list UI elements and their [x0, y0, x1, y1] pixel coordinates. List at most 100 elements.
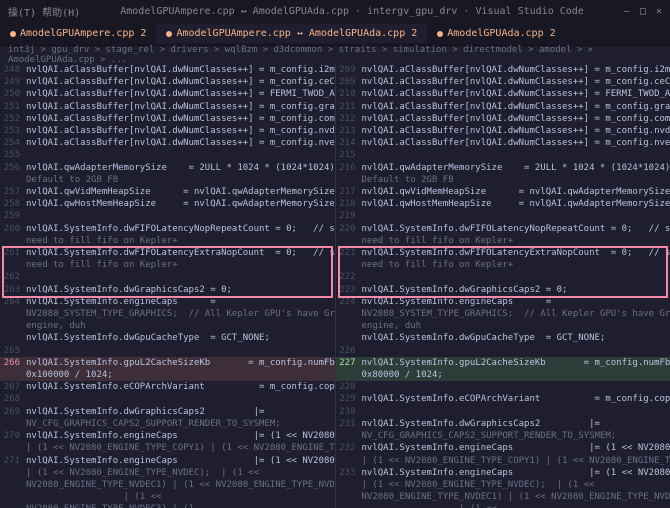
code-line[interactable]: 211nvlQAI.aClassBuffer[nvlQAI.dwNumClass… [336, 101, 670, 113]
code-content: nvlQAI.SystemInfo.dwFIFOLatencyExtraNopC… [26, 247, 335, 259]
code-line[interactable]: 267nvlQAI.SystemInfo.eCOPArchVariant = m… [0, 381, 335, 393]
code-line[interactable]: 219 [336, 210, 670, 222]
code-line[interactable]: 222 [336, 271, 670, 283]
code-line[interactable]: 227nvlQAI.SystemInfo.gpuL2CacheSizeKb = … [336, 357, 670, 369]
code-line[interactable]: 250nvlQAI.aClassBuffer[nvlQAI.dwNumClass… [0, 88, 335, 100]
code-line[interactable]: 233nvlQAI.SystemInfo.engineCaps |= (1 <<… [336, 467, 670, 479]
code-line[interactable]: NV2080_ENGINE_TYPE_NVDEC1) | (1 << NV208… [336, 491, 670, 503]
code-line[interactable]: 0x80000 / 1024; [336, 369, 670, 381]
code-line[interactable]: 270nvlQAI.SystemInfo.engineCaps |= (1 <<… [0, 430, 335, 442]
code-line[interactable]: 214nvlQAI.aClassBuffer[nvlQAI.dwNumClass… [336, 137, 670, 149]
code-line[interactable]: 262 [0, 271, 335, 283]
code-line[interactable]: NV_CFG_GRAPHICS_CAPS2_SUPPORT_RENDER_TO_… [336, 430, 670, 442]
code-line[interactable]: | (1 << [336, 503, 670, 508]
code-line[interactable]: 259 [0, 210, 335, 222]
code-content: nvlQAI.aClassBuffer[nvlQAI.dwNumClasses+… [362, 76, 670, 88]
code-line[interactable]: nvlQAI.SystemInfo.dwGpuCacheType = GCT_N… [0, 332, 335, 344]
editor-tab[interactable]: AmodelGPUAda.cpp 2 [427, 24, 565, 43]
code-line[interactable]: 217nvlQAI.qwVidMemHeapSize = nvlQAI.qwAd… [336, 186, 670, 198]
code-line[interactable]: engine, duh [336, 320, 670, 332]
close-icon[interactable]: ✕ [656, 6, 662, 17]
code-line[interactable]: 216nvlQAI.qwAdapterMemorySize = 2ULL * 1… [336, 162, 670, 174]
code-line[interactable]: 268 [0, 393, 335, 405]
code-line[interactable]: 220nvlQAI.SystemInfo.dwFIFOLatencyNopRep… [336, 223, 670, 235]
code-line[interactable]: 231nvlQAI.SystemInfo.dwGraphicsCaps2 |= [336, 418, 670, 430]
code-line[interactable]: 218nvlQAI.qwHostMemHeapSize = nvlQAI.qwA… [336, 198, 670, 210]
editor-tab[interactable]: AmodelGPUAmpere.cpp 2 [0, 24, 156, 43]
code-line[interactable]: NV2080_SYSTEM_TYPE_GRAPHICS; // All Kepl… [336, 308, 670, 320]
code-line[interactable]: 265 [0, 345, 335, 357]
code-line[interactable]: 271nvlQAI.SystemInfo.engineCaps |= (1 <<… [0, 455, 335, 467]
code-line[interactable]: 0x100000 / 1024; [0, 369, 335, 381]
code-content: nvlQAI.SystemInfo.dwGraphicsCaps2 = 0; [362, 284, 670, 296]
menu-items[interactable]: 操(T) 帮助(H) [8, 4, 80, 19]
code-line[interactable]: 223nvlQAI.SystemInfo.dwGraphicsCaps2 = 0… [336, 284, 670, 296]
code-line[interactable]: 253nvlQAI.aClassBuffer[nvlQAI.dwNumClass… [0, 125, 335, 137]
code-content [26, 271, 335, 283]
code-line[interactable]: 249nvlQAI.aClassBuffer[nvlQAI.dwNumClass… [0, 76, 335, 88]
titlebar: 操(T) 帮助(H) AmodelGPUAmpere.cpp ↔ AmodelG… [0, 0, 670, 22]
code-line[interactable]: 251nvlQAI.aClassBuffer[nvlQAI.dwNumClass… [0, 101, 335, 113]
code-line[interactable]: 232nvlQAI.SystemInfo.engineCaps |= (1 <<… [336, 442, 670, 454]
code-line[interactable]: 266nvlQAI.SystemInfo.gpuL2CacheSizeKb = … [0, 357, 335, 369]
code-line[interactable]: 257nvlQAI.qwVidMemHeapSize = nvlQAI.qwAd… [0, 186, 335, 198]
code-line[interactable]: | (1 << NV2080_ENGINE_TYPE_COPY1) | (1 <… [336, 455, 670, 467]
code-line[interactable]: 256nvlQAI.qwAdapterMemorySize = 2ULL * 1… [0, 162, 335, 174]
line-number [336, 479, 362, 491]
code-line[interactable]: | (1 << [0, 491, 335, 503]
code-line[interactable]: engine, duh [0, 320, 335, 332]
code-line[interactable]: 248nvlQAI.aClassBuffer[nvlQAI.dwNumClass… [0, 64, 335, 76]
line-number: 231 [336, 418, 362, 430]
code-line[interactable]: 224nvlQAI.SystemInfo.engineCaps = [336, 296, 670, 308]
code-line[interactable]: 209nvlQAI.aClassBuffer[nvlQAI.dwNumClass… [336, 76, 670, 88]
code-line[interactable]: | (1 << NV2080_ENGINE_TYPE_NVDEC); | (1 … [0, 467, 335, 479]
line-number: 209 [336, 76, 362, 88]
code-line[interactable]: 229nvlQAI.SystemInfo.eCOPArchVariant = m… [336, 393, 670, 405]
code-line[interactable]: 213nvlQAI.aClassBuffer[nvlQAI.dwNumClass… [336, 125, 670, 137]
breadcrumb[interactable]: int3j > gpu_drv > stage_rel > drivers > … [0, 46, 670, 64]
code-line[interactable]: 252nvlQAI.aClassBuffer[nvlQAI.dwNumClass… [0, 113, 335, 125]
code-content: | (1 << NV2080_ENGINE_TYPE_COPY1) | (1 <… [362, 455, 670, 467]
code-line[interactable]: 261nvlQAI.SystemInfo.dwFIFOLatencyExtraN… [0, 247, 335, 259]
code-content: NV2080_SYSTEM_TYPE_GRAPHICS; // All Kepl… [26, 308, 335, 320]
code-line[interactable]: Default to 2GB FB [336, 174, 670, 186]
code-content: nvlQAI.SystemInfo.engineCaps |= (1 << NV… [26, 430, 335, 442]
code-content: nvlQAI.SystemInfo.dwGraphicsCaps2 |= [26, 406, 335, 418]
code-line[interactable]: | (1 << NV2080_ENGINE_TYPE_COPY1) | (1 <… [0, 442, 335, 454]
code-line[interactable]: 263nvlQAI.SystemInfo.dwGraphicsCaps2 = 0… [0, 284, 335, 296]
code-line[interactable]: 228 [336, 381, 670, 393]
code-line[interactable]: 221nvlQAI.SystemInfo.dwFIFOLatencyExtraN… [336, 247, 670, 259]
code-line[interactable]: need to fill fifo on Kepler+ [0, 259, 335, 271]
code-line[interactable]: 255 [0, 149, 335, 161]
code-line[interactable]: 260nvlQAI.SystemInfo.dwFIFOLatencyNopRep… [0, 223, 335, 235]
code-line[interactable]: 210nvlQAI.aClassBuffer[nvlQAI.dwNumClass… [336, 88, 670, 100]
code-line[interactable]: 230 [336, 406, 670, 418]
maximize-icon[interactable]: □ [640, 6, 646, 17]
code-line[interactable]: 226 [336, 345, 670, 357]
code-line[interactable]: NV2080_ENGINE_TYPE_NVDEC1) | (1 << NV208… [0, 479, 335, 491]
minimize-icon[interactable]: — [624, 6, 630, 17]
left-pane[interactable]: 248nvlQAI.aClassBuffer[nvlQAI.dwNumClass… [0, 64, 335, 508]
code-line[interactable]: nvlQAI.SystemInfo.dwGpuCacheType = GCT_N… [336, 332, 670, 344]
code-line[interactable]: 264nvlQAI.SystemInfo.engineCaps = [0, 296, 335, 308]
code-line[interactable]: 215 [336, 149, 670, 161]
editor-tab[interactable]: AmodelGPUAmpere.cpp ↔ AmodelGPUAda.cpp 2 [156, 24, 427, 43]
code-line[interactable]: 258nvlQAI.qwHostMemHeapSize = nvlQAI.qwA… [0, 198, 335, 210]
code-line[interactable]: NV2080_SYSTEM_TYPE_GRAPHICS; // All Kepl… [0, 308, 335, 320]
code-content: engine, duh [26, 320, 335, 332]
code-line[interactable]: 209nvlQAI.aClassBuffer[nvlQAI.dwNumClass… [336, 64, 670, 76]
code-line[interactable]: need to fill fifo on Kepler+ [0, 235, 335, 247]
right-pane[interactable]: 209nvlQAI.aClassBuffer[nvlQAI.dwNumClass… [335, 64, 670, 508]
line-number [336, 369, 362, 381]
code-line[interactable]: NV2080_ENGINE_TYPE_NVDEC3) | (1 [0, 503, 335, 508]
code-line[interactable]: | (1 << NV2080_ENGINE_TYPE_NVDEC); | (1 … [336, 479, 670, 491]
code-line[interactable]: 269nvlQAI.SystemInfo.dwGraphicsCaps2 |= [0, 406, 335, 418]
code-line[interactable]: Default to 2GB FB [0, 174, 335, 186]
code-line[interactable]: 212nvlQAI.aClassBuffer[nvlQAI.dwNumClass… [336, 113, 670, 125]
code-content: | (1 << [362, 503, 670, 508]
code-line[interactable]: 254nvlQAI.aClassBuffer[nvlQAI.dwNumClass… [0, 137, 335, 149]
code-line[interactable]: need to fill fifo on Kepler+ [336, 235, 670, 247]
code-line[interactable]: NV_CFG_GRAPHICS_CAPS2_SUPPORT_RENDER_TO_… [0, 418, 335, 430]
code-content: nvlQAI.SystemInfo.engineCaps |= (1 << NV… [26, 455, 335, 467]
code-line[interactable]: need to fill fifo on Kepler+ [336, 259, 670, 271]
